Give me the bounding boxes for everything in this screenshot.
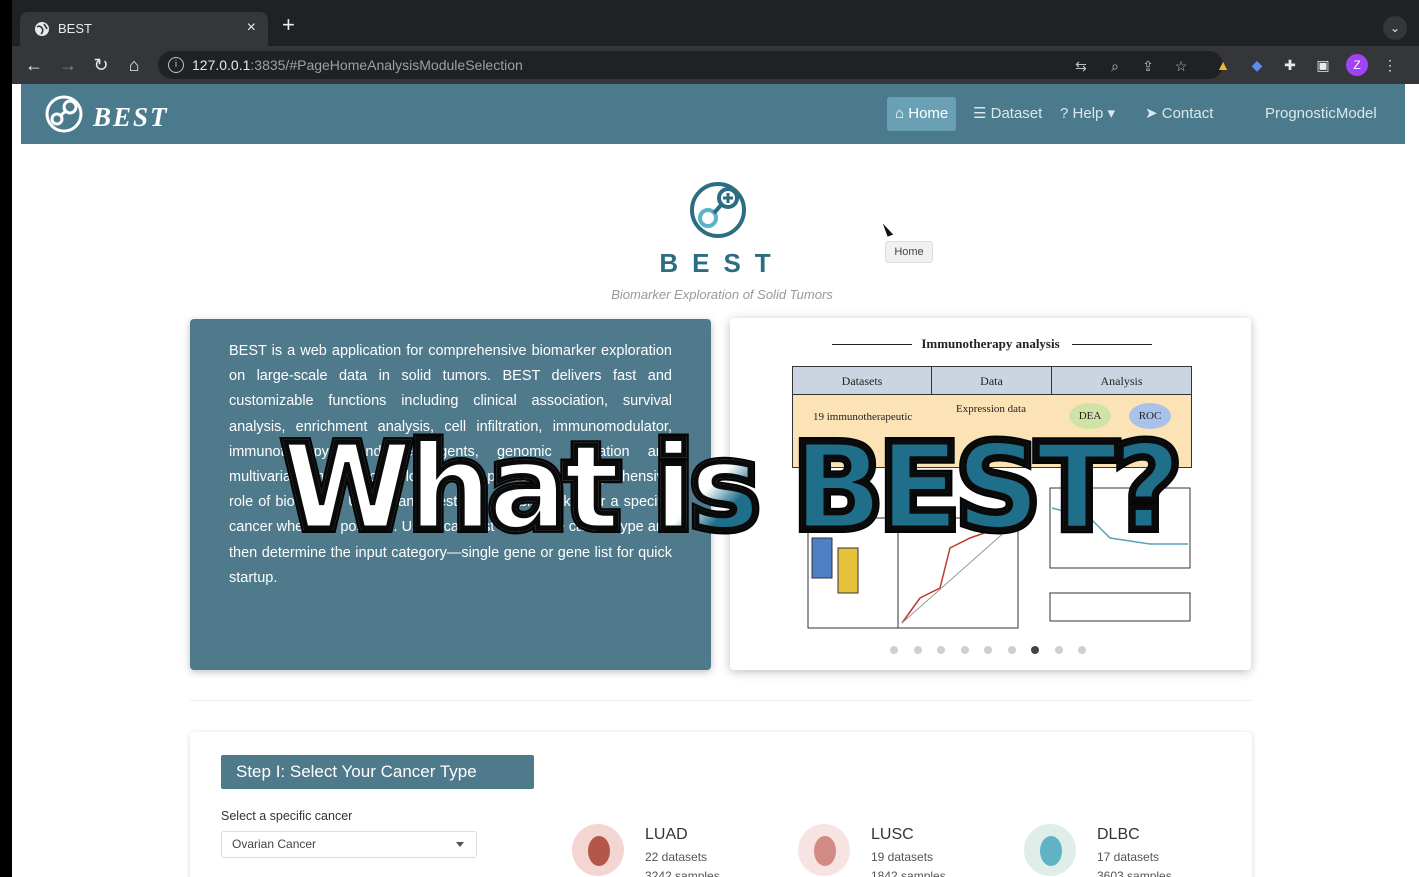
globe-icon	[35, 22, 49, 36]
table-header: Analysis	[1052, 367, 1191, 395]
site-info-icon[interactable]: i	[168, 57, 184, 73]
hero-tagline: Biomarker Exploration of Solid Tumors	[611, 287, 833, 302]
nav-prognostic-model[interactable]: PrognosticModel	[1257, 97, 1385, 131]
browser-window: BEST × + ⌄ ← → ↻ ⌂ i 127.0.0.1:3835/#Pag…	[12, 0, 1419, 877]
browser-tab[interactable]: BEST ×	[20, 12, 268, 46]
nav-dataset[interactable]: ☰ Dataset	[965, 97, 1050, 131]
table-header: Datasets	[793, 367, 932, 395]
carousel-dot[interactable]	[937, 646, 945, 654]
extension-icon[interactable]: ◆	[1248, 56, 1266, 74]
cancer-select[interactable]: Ovarian Cancer	[221, 831, 477, 858]
chevron-down-icon	[456, 842, 464, 847]
extensions-puzzle-icon[interactable]: ✚	[1281, 56, 1299, 74]
zoom-icon[interactable]: ⌕	[1106, 57, 1124, 75]
carousel-dot[interactable]	[1031, 646, 1039, 654]
close-tab-icon[interactable]: ×	[247, 19, 256, 37]
side-panel-icon[interactable]: ▣	[1314, 56, 1332, 74]
slide-title: Immunotherapy analysis	[921, 336, 1060, 351]
section-divider	[190, 700, 1252, 701]
cancer-name: LUAD	[645, 826, 688, 843]
carousel-dot[interactable]	[1078, 646, 1086, 654]
address-bar[interactable]: i 127.0.0.1:3835/#PageHomeAnalysisModule…	[158, 51, 1223, 79]
bookmark-star-icon[interactable]: ☆	[1172, 57, 1190, 75]
url-text: 127.0.0.1:3835/#PageHomeAnalysisModuleSe…	[192, 57, 523, 73]
sample-count: 3242 samples	[645, 869, 720, 877]
reload-icon[interactable]: ↻	[89, 53, 113, 77]
best-logo-icon	[45, 95, 83, 133]
nav-help[interactable]: ? Help ▾	[1052, 97, 1123, 131]
cancer-select-value: Ovarian Cancer	[232, 837, 317, 851]
carousel-dot[interactable]	[1054, 646, 1063, 654]
tooltip: Home	[885, 241, 933, 263]
hero-brand: BEST	[659, 248, 785, 278]
share-icon[interactable]: ⇪	[1139, 57, 1157, 75]
back-icon[interactable]: ←	[22, 53, 46, 77]
extension-icon[interactable]: ▲	[1214, 56, 1232, 74]
tab-title: BEST	[58, 21, 92, 36]
sample-count: 1842 samples	[871, 869, 946, 877]
dataset-count: 22 datasets	[645, 850, 708, 864]
sample-count: 3603 samples	[1097, 869, 1172, 877]
brand-name: BEST	[93, 102, 169, 132]
mouse-cursor-icon	[882, 221, 894, 237]
dataset-count: 17 datasets	[1097, 850, 1160, 864]
nav-home[interactable]: ⌂ Home	[887, 97, 957, 131]
step-one-panel: Step I: Select Your Cancer Type Select a…	[190, 732, 1252, 877]
site-navbar: BEST ⌂ Home ☰ Dataset ? Help ▾ ➤ Contact…	[21, 84, 1405, 144]
organ-icon	[1024, 824, 1076, 876]
carousel-dot[interactable]	[1007, 646, 1016, 654]
home-icon[interactable]: ⌂	[122, 53, 146, 77]
kebab-menu-icon[interactable]: ⋮	[1381, 56, 1399, 74]
cancer-name: LUSC	[871, 826, 914, 843]
forward-icon[interactable]: →	[56, 53, 80, 77]
cancer-name: DLBC	[1097, 826, 1140, 843]
carousel-dot[interactable]	[984, 646, 992, 654]
tab-search-button[interactable]: ⌄	[1383, 16, 1407, 40]
step-title: Step I: Select Your Cancer Type	[221, 755, 534, 789]
dataset-count: 19 datasets	[871, 850, 934, 864]
table-header: Data	[932, 367, 1052, 395]
best-logo-icon	[690, 182, 746, 238]
arrow-line	[1072, 344, 1152, 345]
browser-toolbar: ← → ↻ ⌂ i 127.0.0.1:3835/#PageHomeAnalys…	[12, 46, 1419, 84]
organ-icon	[572, 824, 624, 876]
translate-icon[interactable]: ⇆	[1072, 57, 1090, 75]
video-caption: What is BEST?	[280, 416, 1185, 559]
tab-bar: BEST × + ⌄	[12, 0, 1419, 46]
new-tab-button[interactable]: +	[282, 14, 295, 36]
carousel-dot[interactable]	[890, 646, 898, 654]
carousel-dot[interactable]	[913, 646, 922, 654]
organ-icon	[798, 824, 850, 876]
carousel-dot[interactable]	[960, 646, 969, 654]
site-logo[interactable]: BEST	[43, 94, 167, 139]
profile-avatar[interactable]: Z	[1346, 54, 1368, 76]
nav-contact[interactable]: ➤ Contact	[1137, 97, 1221, 131]
table-cell: Expression data	[956, 403, 1026, 415]
cancer-select-label: Select a specific cancer	[221, 809, 353, 823]
